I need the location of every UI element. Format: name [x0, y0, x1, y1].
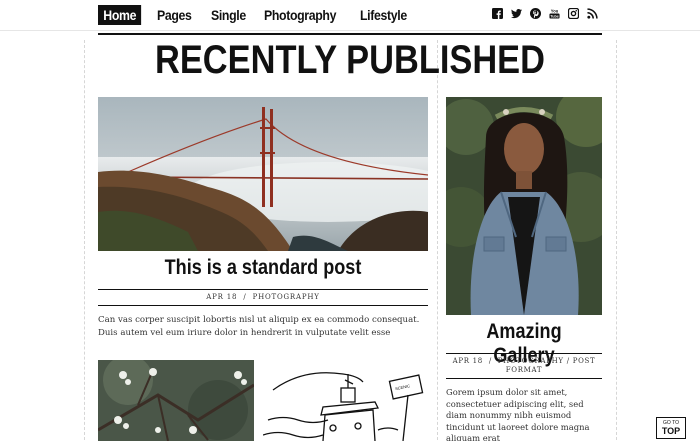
post-date: APR 18 [452, 357, 483, 365]
post-category[interactable]: PHOTOGRAPHY [498, 357, 564, 365]
section-title: RECENTLY PUBLISHED [155, 38, 545, 82]
post-meta: APR 18 / PHOTOGRAPHY / POST FORMAT [446, 357, 602, 375]
meta-rule [98, 289, 428, 290]
nav-item-single[interactable]: Single [211, 7, 246, 23]
blossom-branch-photo[interactable] [98, 360, 254, 441]
post-meta: APR 18 / PHOTOGRAPHY [98, 293, 428, 301]
meta-rule [446, 353, 602, 354]
meta-rule [98, 305, 428, 306]
main-menu: Home Pages Single Photography Lifestyle [98, 5, 427, 25]
title-rule [98, 33, 602, 35]
svg-text:You: You [551, 9, 559, 14]
nav-item-home[interactable]: Home [98, 5, 142, 25]
meta-separator: / [488, 357, 492, 365]
column-guide-left [84, 40, 85, 440]
post-excerpt: Can vas corper suscipit lobortis nisl ut… [98, 315, 420, 338]
boat-sketch-illustration[interactable]: SCENIC [263, 360, 427, 441]
portrait-woman-photo[interactable] [446, 97, 602, 315]
post-date: APR 18 [206, 293, 238, 301]
nav-item-pages[interactable]: Pages [157, 7, 192, 23]
go-to-top-line2: TOP [661, 426, 681, 436]
svg-text:Tube: Tube [550, 14, 558, 18]
column-guide-middle [437, 40, 438, 440]
instagram-icon[interactable] [568, 8, 579, 19]
twitter-icon[interactable] [511, 8, 522, 19]
column-guide-right [616, 40, 617, 440]
go-to-top-button[interactable]: GO TO TOP [656, 417, 686, 439]
post-title-standard[interactable]: This is a standard post [121, 256, 405, 280]
facebook-icon[interactable] [492, 8, 503, 19]
nav-item-photography[interactable]: Photography [264, 7, 336, 23]
post-category[interactable]: PHOTOGRAPHY [253, 293, 320, 301]
meta-separator: / [243, 293, 247, 301]
youtube-icon[interactable]: YouTube [549, 8, 560, 19]
nav-item-lifestyle[interactable]: Lifestyle [360, 7, 407, 23]
meta-rule [446, 378, 602, 379]
pinterest-icon[interactable] [530, 8, 541, 19]
rss-icon[interactable] [587, 8, 598, 19]
top-navigation-bar: Home Pages Single Photography Lifestyle … [0, 0, 700, 31]
post-excerpt: Gorem ipsum dolor sit amet, consectetuer… [446, 387, 590, 441]
social-links: You Tube [492, 8, 598, 19]
golden-gate-bridge-photo[interactable] [98, 97, 428, 251]
meta-separator: / [566, 357, 570, 365]
